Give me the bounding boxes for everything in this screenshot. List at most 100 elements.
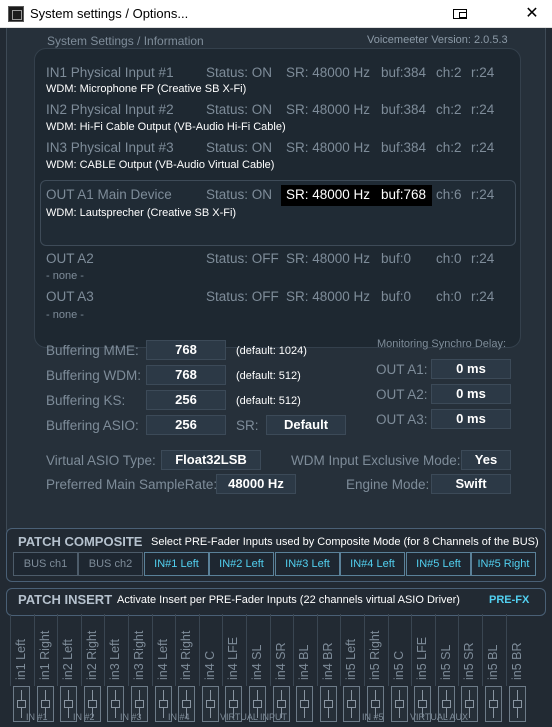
- insert-toggle-knob: [371, 700, 380, 708]
- sync-a3-field[interactable]: 0 ms: [431, 409, 511, 429]
- asio-type-field[interactable]: Float32LSB: [161, 450, 261, 470]
- device-status-in1: Status: ON: [206, 65, 273, 80]
- channel-divider: [10, 614, 11, 686]
- device-r-in1: r:24: [471, 65, 495, 80]
- device-name-a2: OUT A2: [46, 251, 94, 266]
- title-bar: System settings / Options... ✕: [0, 0, 552, 28]
- wdm-exclusive-label: WDM Input Exclusive Mode:: [291, 453, 461, 468]
- patch-insert-title: PATCH INSERT: [18, 592, 113, 607]
- panel-header-title: System Settings / Information: [47, 34, 204, 48]
- sync-a1-field[interactable]: 0 ms: [431, 359, 511, 379]
- insert-channel-15: in5 Left: [340, 614, 363, 727]
- composite-button-5[interactable]: IN#3 Left: [275, 552, 340, 576]
- channel-divider: [80, 614, 82, 686]
- insert-toggle[interactable]: [343, 686, 361, 722]
- channel-divider: [33, 614, 35, 686]
- insert-toggle[interactable]: [296, 686, 314, 722]
- insert-channel-22: in5 BR: [505, 614, 529, 727]
- version-label: Voicemeeter Version: 2.0.5.3: [367, 34, 508, 46]
- insert-channel-10: in4 LFE: [222, 614, 245, 727]
- buffering-ks-default: (default: 512): [236, 395, 301, 407]
- buffering-asio-field[interactable]: 256: [146, 415, 226, 435]
- insert-channel-13: in4 BL: [293, 614, 316, 727]
- insert-toggle-knob: [17, 700, 26, 708]
- buffering-mme-field[interactable]: 768: [146, 340, 226, 360]
- buffering-ks-field[interactable]: 256: [146, 390, 226, 410]
- insert-toggle[interactable]: [485, 686, 502, 722]
- device-driver-a1: WDM: Lautsprecher (Creative SB X-Fi): [46, 207, 237, 219]
- device-buf-a3: buf:0: [381, 289, 412, 304]
- device-status-a2: Status: OFF: [206, 251, 279, 266]
- device-sr-in1: SR: 48000 Hz: [286, 65, 371, 80]
- device-status-a3: Status: OFF: [206, 289, 279, 304]
- channel-divider: [222, 614, 224, 686]
- insert-toggle[interactable]: [390, 686, 408, 722]
- device-name-a3: OUT A3: [46, 289, 94, 304]
- device-buf-a2: buf:0: [381, 251, 412, 266]
- insert-channel-6: in3 Right: [128, 614, 151, 727]
- composite-button-1[interactable]: BUS ch1: [13, 552, 78, 576]
- asio-sr-field[interactable]: Default: [266, 415, 346, 435]
- samplerate-field[interactable]: 48000 Hz: [216, 474, 296, 494]
- insert-toggle-knob: [229, 700, 239, 708]
- device-r-in2: r:24: [471, 102, 495, 117]
- insert-toggle-knob: [87, 700, 97, 708]
- insert-channel-label: in2 Left: [61, 638, 76, 680]
- insert-toggle-knob: [205, 700, 215, 708]
- insert-toggle-knob: [465, 700, 475, 708]
- composite-button-6[interactable]: IN#4 Left: [340, 552, 405, 576]
- device-name-in3: IN3 Physical Input #3: [46, 140, 174, 155]
- device-sr-in2: SR: 48000 Hz: [286, 102, 371, 117]
- insert-toggle-knob: [253, 700, 262, 708]
- channel-divider: [364, 614, 365, 686]
- insert-channel-label: in5 SR: [462, 642, 477, 680]
- sync-a2-field[interactable]: 0 ms: [431, 384, 511, 404]
- insert-channel-9: in4 C: [198, 614, 222, 727]
- insert-channel-label: in5 LFE: [415, 636, 430, 680]
- snap-layout-button[interactable]: [440, 0, 480, 28]
- composite-button-4[interactable]: IN#2 Left: [209, 552, 274, 576]
- wdm-exclusive-field[interactable]: Yes: [461, 450, 511, 470]
- insert-channel-label: in5 SL: [438, 644, 453, 680]
- insert-channel-label: in4 BL: [297, 644, 312, 680]
- composite-button-8[interactable]: IN#5 Right: [471, 552, 536, 576]
- composite-button-7[interactable]: IN#5 Left: [406, 552, 471, 576]
- buffering-wdm-field[interactable]: 768: [146, 365, 226, 385]
- close-button[interactable]: ✕: [512, 0, 552, 28]
- device-r-a2: r:24: [471, 251, 495, 266]
- insert-toggle[interactable]: [508, 686, 526, 722]
- window-title: System settings / Options...: [30, 6, 189, 21]
- insert-channel-label: in2 Right: [84, 630, 99, 680]
- insert-channel-label: in4 C: [202, 650, 217, 680]
- device-sr-a2: SR: 48000 Hz: [286, 251, 371, 266]
- device-ch-a3: ch:0: [436, 289, 462, 304]
- composite-button-3[interactable]: IN#1 Left: [144, 552, 209, 576]
- channel-divider: [198, 614, 200, 686]
- engine-mode-label: Engine Mode:: [346, 477, 430, 492]
- insert-toggle-knob: [394, 700, 404, 708]
- insert-channel-21: in5 BL: [482, 614, 505, 727]
- device-buf-in2: buf:384: [381, 102, 427, 117]
- insert-channel-label: in1 Left: [14, 638, 28, 680]
- insert-toggle-knob: [64, 700, 74, 708]
- device-sr-a1: SR: 48000 Hz: [286, 187, 371, 202]
- channel-divider: [482, 614, 483, 686]
- patch-composite-desc: Select PRE-Fader Inputs used by Composit…: [151, 536, 539, 548]
- channel-divider: [505, 614, 507, 686]
- insert-group-label: IN #3: [120, 712, 142, 722]
- engine-mode-field[interactable]: Swift: [431, 474, 511, 494]
- insert-channel-1: in1 Left: [10, 614, 33, 727]
- composite-button-2[interactable]: BUS ch2: [78, 552, 143, 576]
- insert-channel-14: in4 BR: [316, 614, 340, 727]
- insert-channel-16: in5 Right: [364, 614, 387, 727]
- insert-channel-label: in4 SR: [273, 642, 288, 680]
- app-icon: [8, 6, 24, 22]
- insert-toggle[interactable]: [201, 686, 219, 722]
- buffering-mme-default: (default: 1024): [236, 345, 307, 357]
- insert-toggle-knob: [323, 700, 333, 708]
- patch-composite-title: PATCH COMPOSITE: [18, 534, 143, 549]
- device-buf-in1: buf:384: [381, 65, 427, 80]
- insert-toggle[interactable]: [319, 686, 337, 722]
- insert-group-label: IN #1: [26, 712, 48, 722]
- prefx-button[interactable]: PRE-FX: [489, 594, 529, 606]
